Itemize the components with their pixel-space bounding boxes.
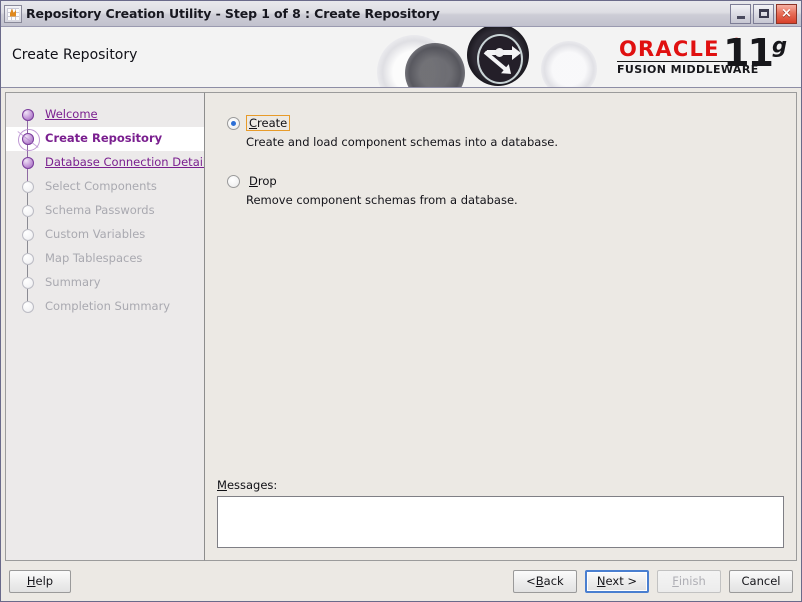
sidebar-step-map-tablespaces: Map Tablespaces <box>6 247 204 271</box>
step-bullet-icon <box>22 277 34 289</box>
radio-mnemonic: D <box>249 174 258 188</box>
option-description: Remove component schemas from a database… <box>246 193 776 207</box>
radio-label-rest: rop <box>258 174 277 188</box>
messages-label-rest: essages: <box>227 478 277 492</box>
step-bullet-icon <box>22 229 34 241</box>
operation-options: Create Create and load component schemas … <box>227 115 776 231</box>
content-area: Welcome Create Repository Database Connect… <box>1 88 801 561</box>
logo-divider <box>617 61 739 62</box>
step-label: Create Repository <box>45 133 162 145</box>
back-prefix: < <box>526 574 536 588</box>
minimize-icon <box>737 16 745 19</box>
sidebar-step-schema-passwords: Schema Passwords <box>6 199 204 223</box>
gear-light-2-icon <box>541 41 597 87</box>
messages-section: Messages: <box>217 478 784 548</box>
oracle-logo: ORACLE ® FUSION MIDDLEWARE 11g <box>609 35 789 81</box>
application-window: Repository Creation Utility - Step 1 of … <box>0 0 802 602</box>
option-row[interactable]: Create <box>227 115 776 131</box>
back-mnemonic: B <box>536 574 544 588</box>
radio-drop[interactable] <box>227 175 240 188</box>
step-bullet-icon <box>22 181 34 193</box>
cancel-label: Cancel <box>742 574 781 588</box>
maximize-icon <box>759 9 769 18</box>
main-panel: Create Create and load component schemas … <box>205 92 797 561</box>
cancel-button[interactable]: Cancel <box>729 570 793 593</box>
back-button[interactable]: < Back <box>513 570 577 593</box>
step-bullet-icon <box>22 133 34 145</box>
steps-list: Welcome Create Repository Database Connect… <box>6 103 204 319</box>
radio-label-drop[interactable]: Drop <box>246 173 280 189</box>
option-create: Create Create and load component schemas … <box>227 115 776 149</box>
option-drop: Drop Remove component schemas from a data… <box>227 173 776 207</box>
window-title: Repository Creation Utility - Step 1 of … <box>26 6 730 21</box>
finish-button: Finish <box>657 570 721 593</box>
oracle-brand-text: ORACLE <box>619 37 720 61</box>
next-label-rest: ext > <box>606 574 637 588</box>
steps-sidebar: Welcome Create Repository Database Connect… <box>5 92 205 561</box>
step-bullet-icon <box>22 253 34 265</box>
finish-mnemonic: F <box>672 574 679 588</box>
step-label: Custom Variables <box>45 229 145 241</box>
step-label: Welcome <box>45 109 98 121</box>
step-bullet-icon <box>22 109 34 121</box>
sidebar-step-custom-variables: Custom Variables <box>6 223 204 247</box>
page-title: Create Repository <box>12 47 137 63</box>
app-icon <box>4 5 22 23</box>
help-mnemonic: H <box>27 574 36 588</box>
close-button[interactable]: × <box>776 4 797 24</box>
arrows-clock-icon <box>477 34 523 84</box>
messages-textarea[interactable] <box>217 496 784 548</box>
step-label: Completion Summary <box>45 301 170 313</box>
step-label: Summary <box>45 277 101 289</box>
window-controls: × <box>730 4 799 24</box>
version-badge: 11g <box>723 31 787 75</box>
button-bar: Help < Back Next > Finish Cancel <box>1 561 801 601</box>
radio-label-rest: reate <box>257 116 287 130</box>
step-label: Select Components <box>45 181 157 193</box>
step-label: Database Connection Details <box>45 157 205 169</box>
sidebar-step-welcome[interactable]: Welcome <box>6 103 204 127</box>
step-label: Map Tablespaces <box>45 253 142 265</box>
radio-mnemonic: C <box>249 116 257 130</box>
step-bullet-icon <box>22 157 34 169</box>
title-bar: Repository Creation Utility - Step 1 of … <box>1 1 801 27</box>
sidebar-step-create-repository[interactable]: Create Repository <box>6 127 204 151</box>
sidebar-step-summary: Summary <box>6 271 204 295</box>
sidebar-step-select-components: Select Components <box>6 175 204 199</box>
version-suffix: g <box>772 33 787 57</box>
version-number: 11 <box>723 31 772 75</box>
maximize-button[interactable] <box>753 4 774 24</box>
page-banner: Create Repository ORACLE ® FUSION MIDDLE… <box>1 27 801 88</box>
minimize-button[interactable] <box>730 4 751 24</box>
radio-create[interactable] <box>227 117 240 130</box>
messages-label: Messages: <box>217 478 784 492</box>
radio-label-create[interactable]: Create <box>246 115 290 131</box>
back-label-rest: ack <box>544 574 564 588</box>
sidebar-step-database-connection-details[interactable]: Database Connection Details <box>6 151 204 175</box>
step-label: Schema Passwords <box>45 205 155 217</box>
option-row[interactable]: Drop <box>227 173 776 189</box>
help-button[interactable]: Help <box>9 570 71 593</box>
step-bullet-icon <box>22 205 34 217</box>
finish-label-rest: inish <box>679 574 706 588</box>
help-label-rest: elp <box>36 574 54 588</box>
next-button[interactable]: Next > <box>585 570 649 593</box>
navigation-buttons: < Back Next > Finish Cancel <box>513 570 793 593</box>
messages-mnemonic: M <box>217 478 227 492</box>
option-description: Create and load component schemas into a… <box>246 135 776 149</box>
close-icon: × <box>781 7 792 20</box>
gears-graphic <box>371 27 601 87</box>
step-bullet-icon <box>22 301 34 313</box>
sidebar-step-completion-summary: Completion Summary <box>6 295 204 319</box>
next-mnemonic: N <box>597 574 606 588</box>
